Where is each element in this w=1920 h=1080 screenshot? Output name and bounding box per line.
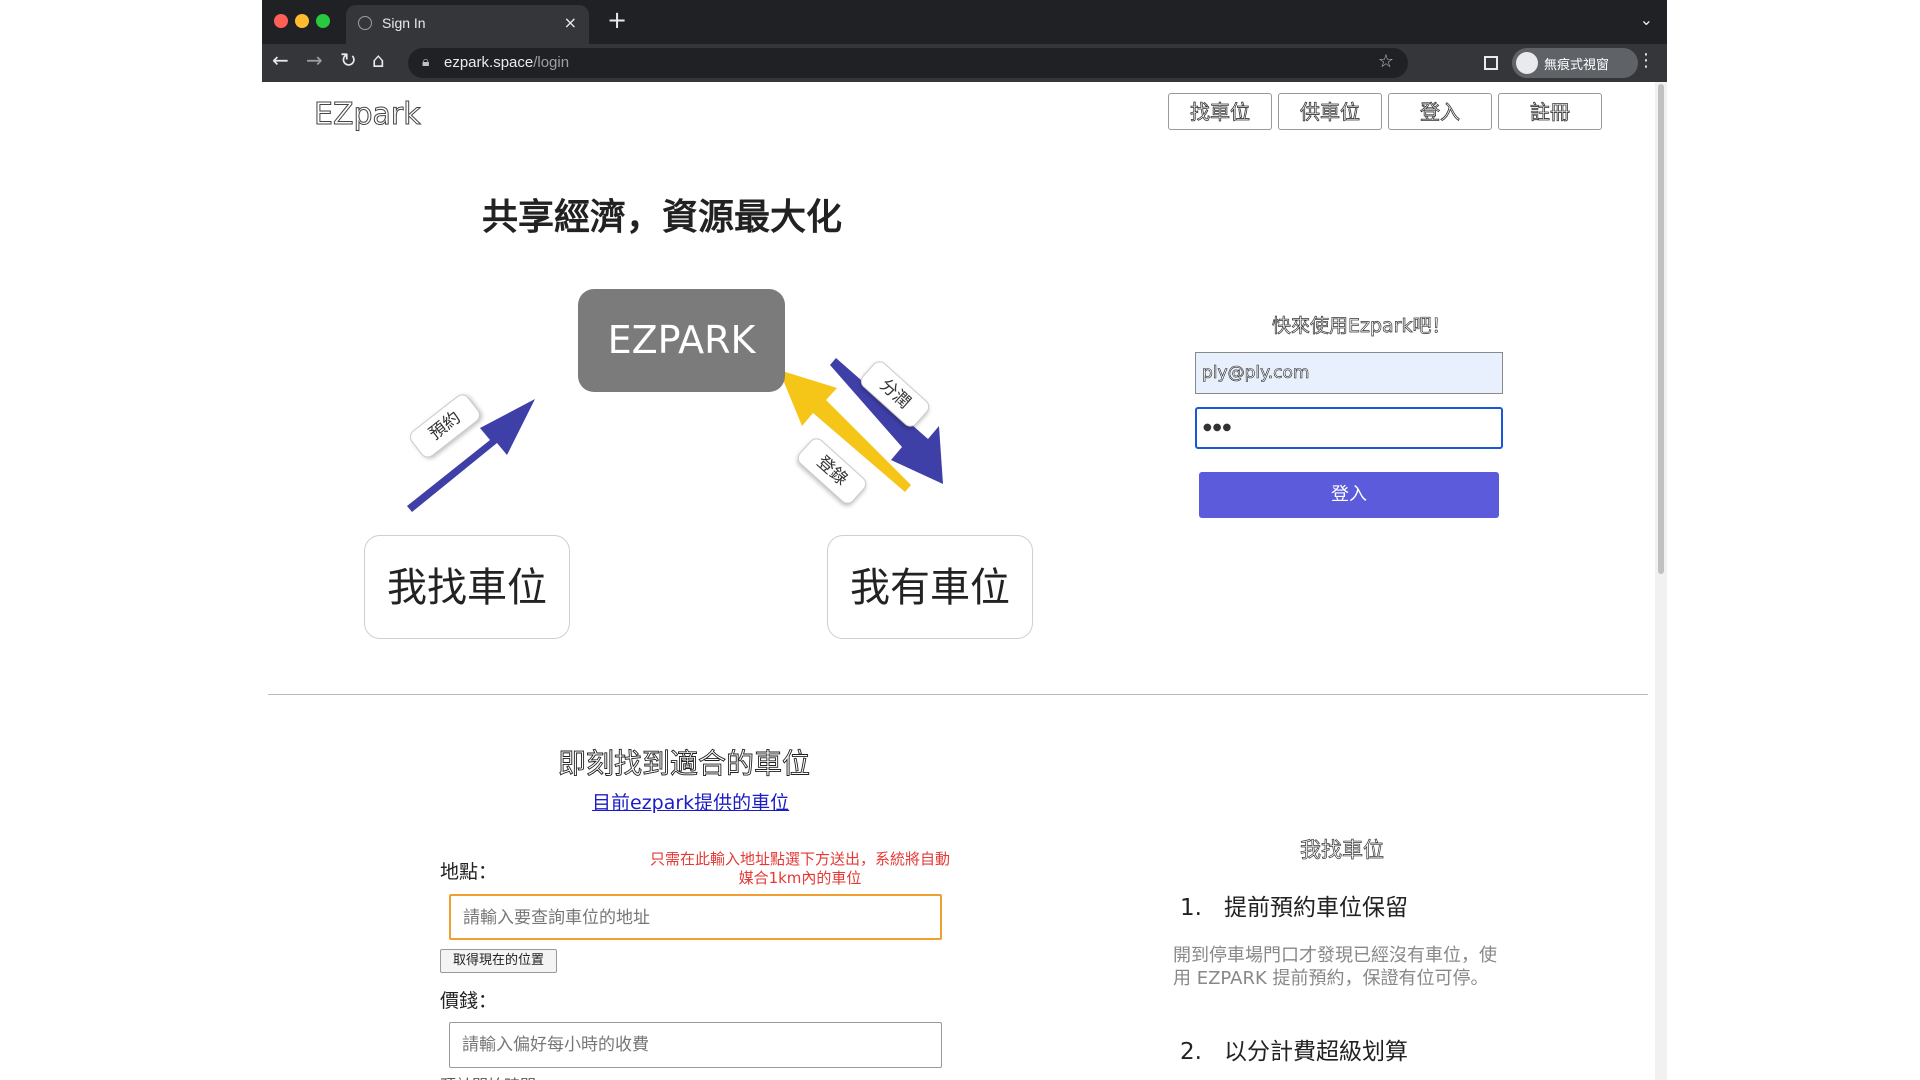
email-field[interactable]: ply@ply.com (1195, 352, 1503, 394)
feature-description: 開到停車場門口才發現已經沒有車位，使用 EZPARK 提前預約，保證有位可停。 (1173, 945, 1497, 989)
address-hint: 只需在此輸入地址點選下方送出，系統將自動媒合1km內的車位 (650, 850, 951, 887)
feature-title: 提前預約車位保留 (1224, 895, 1408, 921)
available-spots-link[interactable]: 目前ezpark提供的車位 (592, 788, 789, 815)
login-prompt: 快來使用Ezpark吧！ (1272, 315, 1451, 338)
section-divider (268, 694, 1648, 695)
close-tab-icon[interactable]: × (564, 13, 577, 32)
incognito-icon (1516, 52, 1538, 74)
features-title: 我找車位 (1300, 838, 1385, 863)
maximize-window-button[interactable] (316, 14, 330, 28)
tab-search-icon[interactable]: ⌄ (1640, 10, 1653, 29)
reload-icon[interactable]: ↻ (340, 48, 357, 72)
address-input[interactable]: 請輸入要查詢車位的地址 (449, 894, 942, 940)
side-panel-icon[interactable] (1484, 56, 1498, 70)
location-label: 地點： (440, 861, 498, 883)
browser-window: Sign In × + ⌄ ← → ↻ ⌂ 🔒︎ ezpark.space/lo… (262, 0, 1667, 1080)
address-bar[interactable]: 🔒︎ ezpark.space/login ☆ (408, 48, 1408, 78)
minimize-window-button[interactable] (295, 14, 309, 28)
close-window-button[interactable] (274, 14, 288, 28)
browser-toolbar: ← → ↻ ⌂ 🔒︎ ezpark.space/login ☆ 無痕式視窗 ⋮ (262, 44, 1667, 83)
url-host: ezpark.space (444, 54, 534, 71)
ezpark-box: EZPARK (578, 289, 785, 392)
new-tab-button[interactable]: + (607, 6, 627, 34)
price-input[interactable]: 請輸入偏好每小時的收費 (449, 1022, 942, 1068)
incognito-badge[interactable]: 無痕式視窗 (1512, 48, 1638, 78)
url-path: /login (533, 54, 570, 71)
have-spot-box: 我有車位 (827, 535, 1033, 639)
feature-title: 以分計費超級划算 (1224, 1039, 1408, 1065)
login-button[interactable]: 登入 (1199, 472, 1499, 518)
scrollbar-thumb[interactable] (1658, 84, 1664, 574)
page-scrollbar[interactable] (1655, 82, 1667, 1080)
lock-icon: 🔒︎ (422, 54, 430, 70)
find-spot-box: 我找車位 (364, 535, 570, 639)
browser-menu-icon[interactable]: ⋮ (1637, 50, 1655, 71)
feature-number: 2. (1180, 1039, 1202, 1065)
globe-icon (358, 16, 372, 30)
password-field[interactable]: ●●● (1195, 407, 1503, 449)
current-location-button[interactable]: 取得現在的位置 (440, 949, 557, 973)
bookmark-star-icon[interactable]: ☆ (1378, 51, 1394, 72)
feature-item-1: 1. 提前預約車位保留 (1180, 888, 1408, 922)
start-time-label: 預計開始時間： (440, 1072, 552, 1080)
search-section-title: 即刻找到適合的車位 (558, 747, 811, 781)
incognito-label: 無痕式視窗 (1544, 58, 1610, 73)
tab-bar: Sign In × + ⌄ (262, 0, 1667, 44)
page-content: EZpark 找車位 供車位 登入 註冊 共享經濟，資源最大化 EZPARK 我… (262, 82, 1655, 1080)
home-icon[interactable]: ⌂ (372, 48, 385, 72)
price-label: 價錢： (440, 990, 498, 1012)
tab-title: Sign In (382, 15, 426, 31)
feature-item-2: 2. 以分計費超級划算 (1180, 1032, 1408, 1066)
url-text: ezpark.space/login (444, 54, 569, 71)
back-icon[interactable]: ← (272, 48, 289, 72)
forward-icon[interactable]: → (306, 48, 323, 72)
browser-tab[interactable]: Sign In × (346, 5, 589, 44)
feature-number: 1. (1180, 895, 1202, 921)
